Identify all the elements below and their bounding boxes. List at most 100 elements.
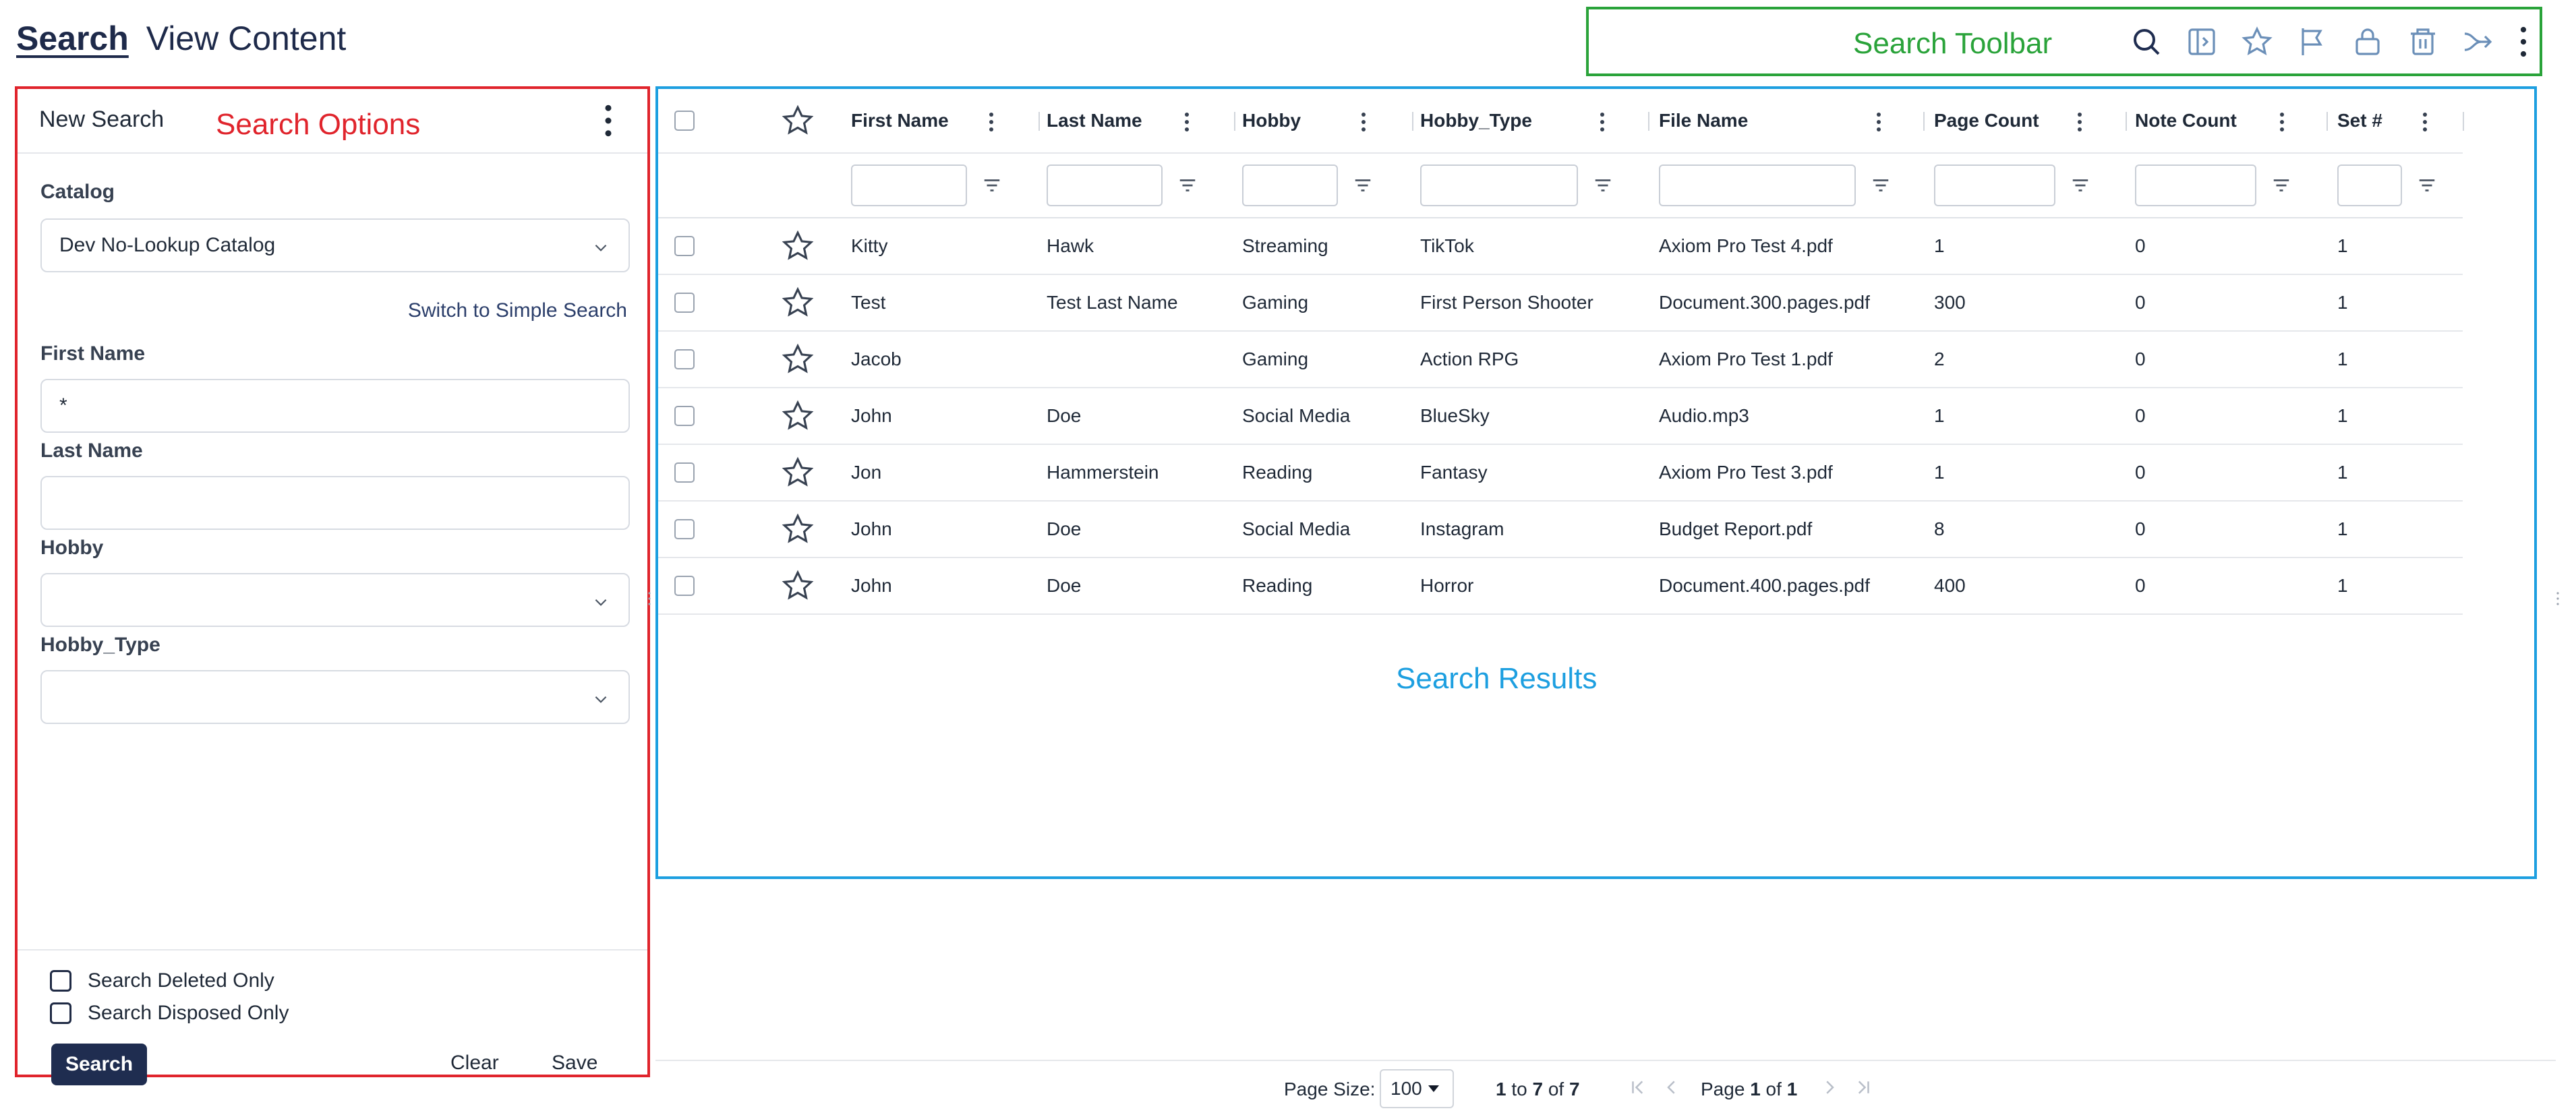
cell-hobby-type: BlueSky bbox=[1420, 405, 1490, 426]
column-resize-handle[interactable] bbox=[1412, 112, 1413, 131]
filter-icon[interactable] bbox=[2271, 175, 2291, 195]
row-checkbox[interactable] bbox=[674, 293, 695, 313]
column-header-hobby[interactable]: Hobby bbox=[1242, 89, 1301, 152]
column-menu-icon[interactable] bbox=[1361, 112, 1366, 132]
table-row[interactable]: John Doe Social Media BlueSky Audio.mp3 1 0 1 bbox=[658, 388, 2463, 445]
column-menu-icon[interactable] bbox=[2279, 112, 2285, 132]
filter-input-page-count[interactable] bbox=[1934, 164, 2055, 206]
column-menu-icon[interactable] bbox=[2077, 112, 2082, 132]
row-checkbox[interactable] bbox=[674, 406, 695, 426]
column-resize-handle[interactable] bbox=[2126, 112, 2127, 131]
column-header-last-name[interactable]: Last Name bbox=[1047, 89, 1142, 152]
filter-input-first-name[interactable] bbox=[851, 164, 967, 206]
kebab-menu-icon[interactable] bbox=[604, 104, 620, 140]
table-row[interactable]: Kitty Hawk Streaming TikTok Axiom Pro Test 4… bbox=[658, 218, 2463, 275]
next-page-icon[interactable] bbox=[1819, 1077, 1840, 1097]
sidebar-toggle-icon[interactable] bbox=[2184, 24, 2220, 60]
select-all-checkbox[interactable] bbox=[674, 111, 695, 131]
chevron-down-icon bbox=[595, 696, 607, 703]
page-size-select[interactable]: 100 bbox=[1380, 1069, 1454, 1108]
filter-input-hobby[interactable] bbox=[1242, 164, 1338, 206]
column-resize-handle[interactable] bbox=[2326, 112, 2328, 131]
column-header-hobby-type[interactable]: Hobby_Type bbox=[1420, 89, 1532, 152]
catalog-select[interactable]: Dev No-Lookup Catalog bbox=[40, 218, 630, 272]
table-row[interactable]: Jacob Gaming Action RPG Axiom Pro Test 1.pd… bbox=[658, 332, 2463, 388]
search-icon[interactable] bbox=[2128, 24, 2165, 60]
column-menu-icon[interactable] bbox=[2422, 112, 2428, 132]
cell-hobby: Reading bbox=[1242, 462, 1313, 483]
last-name-input[interactable] bbox=[40, 476, 630, 530]
nav-search-link[interactable]: Search bbox=[16, 19, 129, 58]
trash-icon[interactable] bbox=[2405, 24, 2441, 60]
kebab-menu-icon[interactable] bbox=[2515, 24, 2531, 60]
table-row[interactable]: John Doe Social Media Instagram Budget Repor… bbox=[658, 502, 2463, 558]
column-resize-handle[interactable] bbox=[2463, 112, 2464, 131]
star-icon[interactable] bbox=[781, 456, 815, 489]
chevron-down-icon bbox=[595, 244, 607, 251]
filter-icon[interactable] bbox=[2070, 175, 2090, 195]
column-header-page-count[interactable]: Page Count bbox=[1934, 89, 2039, 152]
table-row[interactable]: Jon Hammerstein Reading Fantasy Axiom Pro Te… bbox=[658, 445, 2463, 502]
column-menu-icon[interactable] bbox=[1600, 112, 1605, 132]
search-deleted-only-option[interactable]: Search Deleted Only bbox=[50, 969, 274, 992]
filter-icon[interactable] bbox=[1593, 175, 1613, 195]
star-icon[interactable] bbox=[781, 399, 815, 433]
search-disposed-only-option[interactable]: Search Disposed Only bbox=[50, 1002, 289, 1025]
search-button[interactable]: Search bbox=[51, 1044, 147, 1085]
star-icon[interactable] bbox=[781, 104, 815, 138]
star-icon[interactable] bbox=[781, 229, 815, 263]
filter-icon[interactable] bbox=[1177, 175, 1198, 195]
row-checkbox[interactable] bbox=[674, 349, 695, 369]
column-header-note-count[interactable]: Note Count bbox=[2135, 89, 2237, 152]
save-button[interactable]: Save bbox=[552, 1052, 597, 1075]
nav-view-content-link[interactable]: View Content bbox=[146, 19, 346, 58]
filter-input-last-name[interactable] bbox=[1047, 164, 1163, 206]
first-name-input[interactable]: * bbox=[40, 379, 630, 433]
filter-icon[interactable] bbox=[1353, 175, 1373, 195]
lock-icon[interactable] bbox=[2349, 24, 2386, 60]
filter-input-file-name[interactable] bbox=[1659, 164, 1856, 206]
left-panel-resize-handle[interactable] bbox=[647, 591, 651, 607]
previous-page-icon[interactable] bbox=[1662, 1077, 1682, 1097]
column-resize-handle[interactable] bbox=[1234, 112, 1235, 131]
filter-icon[interactable] bbox=[2417, 175, 2437, 195]
clear-button[interactable]: Clear bbox=[450, 1052, 499, 1075]
flag-icon[interactable] bbox=[2294, 24, 2331, 60]
right-panel-resize-handle[interactable] bbox=[2556, 591, 2560, 607]
row-checkbox[interactable] bbox=[674, 519, 695, 539]
table-row[interactable]: Test Test Last Name Gaming First Person Sho… bbox=[658, 275, 2463, 332]
row-checkbox[interactable] bbox=[674, 462, 695, 483]
cell-hobby-type: First Person Shooter bbox=[1420, 292, 1593, 313]
star-icon[interactable] bbox=[781, 512, 815, 546]
hobby-select[interactable] bbox=[40, 573, 630, 627]
column-menu-icon[interactable] bbox=[1876, 112, 1881, 132]
filter-input-hobby-type[interactable] bbox=[1420, 164, 1578, 206]
last-page-icon[interactable] bbox=[1853, 1077, 1873, 1097]
hobby-type-select[interactable] bbox=[40, 670, 630, 724]
star-icon[interactable] bbox=[781, 286, 815, 320]
star-icon[interactable] bbox=[781, 569, 815, 603]
row-checkbox[interactable] bbox=[674, 576, 695, 596]
first-page-icon[interactable] bbox=[1628, 1077, 1648, 1097]
filter-icon[interactable] bbox=[982, 175, 1002, 195]
column-menu-icon[interactable] bbox=[989, 112, 994, 132]
star-icon[interactable] bbox=[781, 342, 815, 376]
filter-input-set-number[interactable] bbox=[2337, 164, 2402, 206]
column-resize-handle[interactable] bbox=[1923, 112, 1925, 131]
switch-to-simple-search-link[interactable]: Switch to Simple Search bbox=[408, 299, 627, 322]
search-deleted-only-checkbox[interactable] bbox=[50, 970, 71, 992]
column-header-file-name[interactable]: File Name bbox=[1659, 89, 1748, 152]
cell-note-count: 0 bbox=[2135, 235, 2146, 256]
row-checkbox[interactable] bbox=[674, 236, 695, 256]
column-header-first-name[interactable]: First Name bbox=[851, 89, 949, 152]
filter-icon[interactable] bbox=[1871, 175, 1891, 195]
merge-arrow-icon[interactable] bbox=[2460, 24, 2496, 60]
column-menu-icon[interactable] bbox=[1184, 112, 1190, 132]
column-resize-handle[interactable] bbox=[1648, 112, 1649, 131]
column-resize-handle[interactable] bbox=[1038, 112, 1040, 131]
search-disposed-only-checkbox[interactable] bbox=[50, 1002, 71, 1024]
star-icon[interactable] bbox=[2239, 24, 2275, 60]
filter-input-note-count[interactable] bbox=[2135, 164, 2256, 206]
table-row[interactable]: John Doe Reading Horror Document.400.pages.p… bbox=[658, 558, 2463, 615]
column-header-set-number[interactable]: Set # bbox=[2337, 89, 2382, 152]
